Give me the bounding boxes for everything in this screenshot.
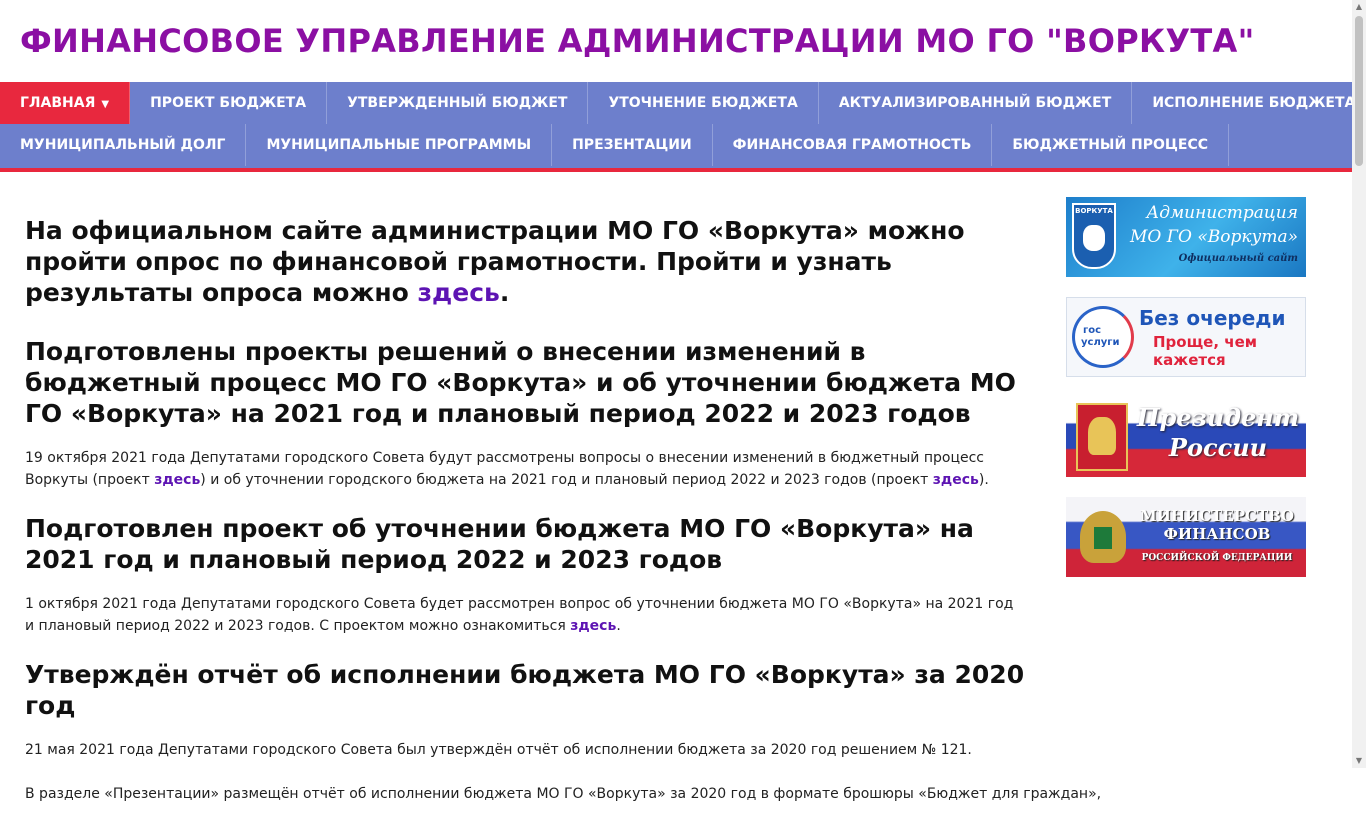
logo-text: гос [1083,325,1102,336]
sidebar: ВОРКУТА Администрация МО ГО «Воркута» Оф… [1066,197,1306,597]
chevron-down-icon: ▼ [101,99,110,110]
post-title[interactable]: Утверждён отчёт об исполнении бюджета МО… [25,659,1025,721]
banner-gosuslugi[interactable]: гос услуги Без очереди Проще, чем кажетс… [1066,297,1306,377]
post-title-text: . [499,278,510,307]
post-title[interactable]: Подготовлен проект об уточнении бюджета … [25,513,1025,575]
banner-text: Президент [1136,403,1300,432]
post-text: 1 октября 2021 года Депутатами городског… [25,596,1014,634]
nav-item-home[interactable]: Главная ▼ [0,82,131,124]
banner-text: РОССИЙСКОЙ ФЕДЕРАЦИИ [1141,553,1293,563]
nav-item-approved-budget[interactable]: Утвержденный бюджет [327,82,589,124]
banner-text: МИНИСТЕРСТВО [1140,507,1294,525]
site-title[interactable]: ФИНАНСОВОЕ УПРАВЛЕНИЕ АДМИНИСТРАЦИИ МО Г… [20,22,1255,60]
banner-text: МО ГО «Воркута» [1129,227,1298,247]
banner-ministry-of-finance[interactable]: МИНИСТЕРСТВО ФИНАНСОВ РОССИЙСКОЙ ФЕДЕРАЦ… [1066,497,1306,577]
crest-label: ВОРКУТА [1075,207,1113,215]
post-title: На официальном сайте администрации МО ГО… [25,215,1025,308]
banner-vorkuta-administration[interactable]: ВОРКУТА Администрация МО ГО «Воркута» Оф… [1066,197,1306,277]
nav-item-municipal-programs[interactable]: Муниципальные программы [246,124,553,166]
banner-president-of-russia[interactable]: Президент России [1066,397,1306,477]
main-content: На официальном сайте администрации МО ГО… [25,215,1102,827]
nav-item-budget-clarification[interactable]: Уточнение бюджета [588,82,819,124]
post-link[interactable]: здесь [418,278,500,307]
russia-coat-of-arms-icon [1076,403,1128,471]
nav-item-municipal-debt[interactable]: Муниципальный долг [0,124,247,166]
nav-row-1: Главная ▼ Проект бюджета Утвержденный бюд… [0,82,1366,124]
post-title[interactable]: Подготовлены проекты решений о внесении … [25,336,1025,429]
nav-item-financial-literacy[interactable]: Финансовая грамотность [713,124,993,166]
post-link[interactable]: здесь [154,472,200,488]
post-link[interactable]: здесь [933,472,979,488]
page-scrollbar[interactable]: ▲ ▼ [1352,0,1366,768]
nav-label: Главная [20,95,96,111]
scroll-down-icon[interactable]: ▼ [1352,754,1366,768]
banner-text: Официальный сайт [1178,253,1298,264]
post-link[interactable]: здесь [570,618,616,634]
nav-item-updated-budget[interactable]: Актуализированный бюджет [819,82,1133,124]
post-text: ). [978,472,989,488]
post-text: ) и об уточнении городского бюджета на 2… [200,472,933,488]
nav-item-budget-execution[interactable]: Исполнение бюджета [1132,82,1366,124]
post-excerpt: 1 октября 2021 года Депутатами городског… [25,593,1025,637]
banner-text: Без очереди [1139,306,1286,330]
nav-item-budget-process[interactable]: Бюджетный процесс [992,124,1230,166]
main-nav: Главная ▼ Проект бюджета Утвержденный бюд… [0,82,1355,168]
russia-eagle-icon [1074,503,1132,571]
scrollbar-thumb[interactable] [1355,16,1363,166]
post-excerpt: 19 октября 2021 года Депутатами городско… [25,447,1025,491]
nav-row-2: Муниципальный долг Муниципальные програм… [0,124,1230,166]
nav-accent-border [0,168,1352,172]
post-excerpt: В разделе «Презентации» размещён отчёт о… [25,786,1102,802]
banner-text: кажется [1153,351,1226,369]
post-excerpt: 21 мая 2021 года Депутатами городского С… [25,742,972,758]
scroll-up-icon[interactable]: ▲ [1352,0,1366,14]
banner-text: Администрация [1146,203,1298,223]
banner-text: России [1168,433,1268,462]
logo-text: услуги [1081,337,1120,348]
banner-text: Проще, чем [1153,333,1258,351]
vorkuta-crest-icon: ВОРКУТА [1072,203,1116,269]
nav-item-budget-draft[interactable]: Проект бюджета [130,82,328,124]
post-text: . [616,618,621,634]
nav-item-presentations[interactable]: Презентации [552,124,713,166]
gosuslugi-logo-icon: гос услуги [1072,306,1134,368]
banner-text: ФИНАНСОВ [1163,525,1271,543]
